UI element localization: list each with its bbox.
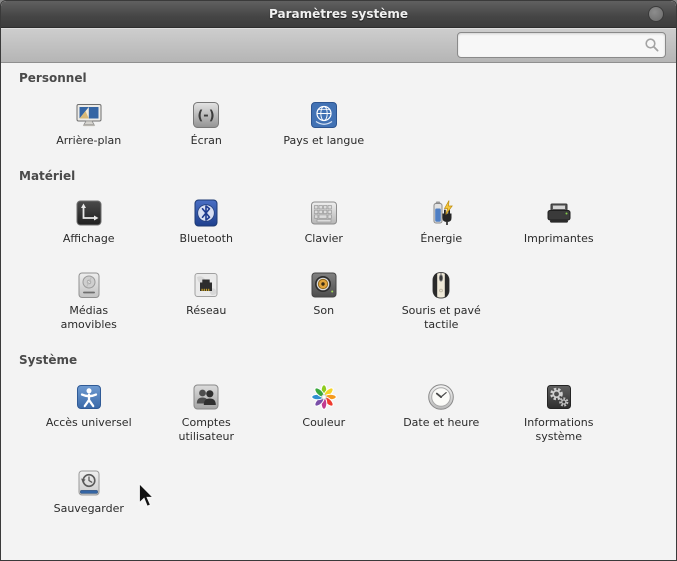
settings-item-affichage[interactable]: Affichage	[30, 197, 148, 246]
item-label: Arrière-plan	[56, 134, 121, 148]
svg-text:(-): (-)	[198, 109, 215, 124]
settings-item-clavier[interactable]: Clavier	[265, 197, 383, 246]
settings-item-acces-universel[interactable]: Accès universel	[30, 381, 148, 444]
item-label: Sauvegarder	[54, 502, 124, 516]
settings-item-comptes-utilisateur[interactable]: Comptes utilisateur	[148, 381, 266, 444]
section-header: Matériel	[19, 169, 662, 184]
item-label: Couleur	[302, 416, 345, 430]
item-label: Imprimantes	[524, 232, 594, 246]
color-icon	[308, 381, 340, 413]
universal-access-icon	[73, 381, 105, 413]
item-label: Réseau	[186, 304, 226, 318]
section-header: Personnel	[19, 71, 662, 86]
section-personnel: Personnel Arrière-plan	[19, 71, 662, 148]
settings-item-energie[interactable]: Énergie	[383, 197, 501, 246]
backup-icon	[73, 467, 105, 499]
settings-panel: Personnel Arrière-plan	[1, 63, 676, 516]
item-label: Médias amovibles	[61, 304, 117, 332]
settings-item-son[interactable]: Son	[265, 269, 383, 332]
system-info-icon	[543, 381, 575, 413]
section-materiel: Matériel Affichage	[19, 169, 662, 332]
settings-item-reseau[interactable]: Réseau	[148, 269, 266, 332]
item-label: Clavier	[305, 232, 343, 246]
search-field-wrap	[457, 32, 666, 58]
settings-item-bluetooth[interactable]: Bluetooth	[148, 197, 266, 246]
settings-item-informations-systeme[interactable]: Informations système	[500, 381, 618, 444]
search-input[interactable]	[457, 32, 666, 58]
network-icon	[190, 269, 222, 301]
item-label: Son	[313, 304, 334, 318]
system-settings-window: Paramètres système Personnel	[0, 0, 677, 561]
item-label: Souris et pavé tactile	[402, 304, 481, 332]
settings-item-medias-amovibles[interactable]: Médias amovibles	[30, 269, 148, 332]
toolbar	[1, 28, 676, 63]
item-label: Écran	[191, 134, 222, 148]
window-menu-button[interactable]	[648, 6, 664, 22]
item-label: Informations système	[524, 416, 593, 444]
item-label: Bluetooth	[180, 232, 233, 246]
settings-item-imprimantes[interactable]: Imprimantes	[500, 197, 618, 246]
item-label: Date et heure	[403, 416, 479, 430]
settings-item-date-et-heure[interactable]: Date et heure	[383, 381, 501, 444]
printers-icon	[543, 197, 575, 229]
user-accounts-icon	[190, 381, 222, 413]
item-label: Comptes utilisateur	[179, 416, 235, 444]
item-label: Énergie	[420, 232, 462, 246]
sound-icon	[308, 269, 340, 301]
section-grid: Arrière-plan (-) Écran	[30, 99, 662, 148]
screen-icon: (-)	[190, 99, 222, 131]
section-header: Système	[19, 353, 662, 368]
settings-item-couleur[interactable]: Couleur	[265, 381, 383, 444]
settings-item-arriere-plan[interactable]: Arrière-plan	[30, 99, 148, 148]
settings-item-pays-et-langue[interactable]: Pays et langue	[265, 99, 383, 148]
item-label: Accès universel	[46, 416, 132, 430]
bluetooth-icon	[190, 197, 222, 229]
keyboard-icon	[308, 197, 340, 229]
item-label: Affichage	[63, 232, 115, 246]
background-icon	[73, 99, 105, 131]
settings-item-souris-et-pave-tactile[interactable]: Souris et pavé tactile	[383, 269, 501, 332]
display-icon	[73, 197, 105, 229]
mouse-touchpad-icon	[425, 269, 457, 301]
section-systeme: Système Accès universel	[19, 353, 662, 516]
power-icon	[425, 197, 457, 229]
region-language-icon	[308, 99, 340, 131]
window-title: Paramètres système	[269, 7, 408, 21]
section-grid: Accès universel Comptes utilisateur	[30, 381, 662, 516]
date-time-icon	[425, 381, 457, 413]
item-label: Pays et langue	[283, 134, 364, 148]
settings-item-ecran[interactable]: (-) Écran	[148, 99, 266, 148]
section-grid: Affichage Bluetooth	[30, 197, 662, 332]
settings-item-sauvegarder[interactable]: Sauvegarder	[30, 467, 148, 516]
removable-media-icon	[73, 269, 105, 301]
titlebar[interactable]: Paramètres système	[1, 1, 676, 28]
